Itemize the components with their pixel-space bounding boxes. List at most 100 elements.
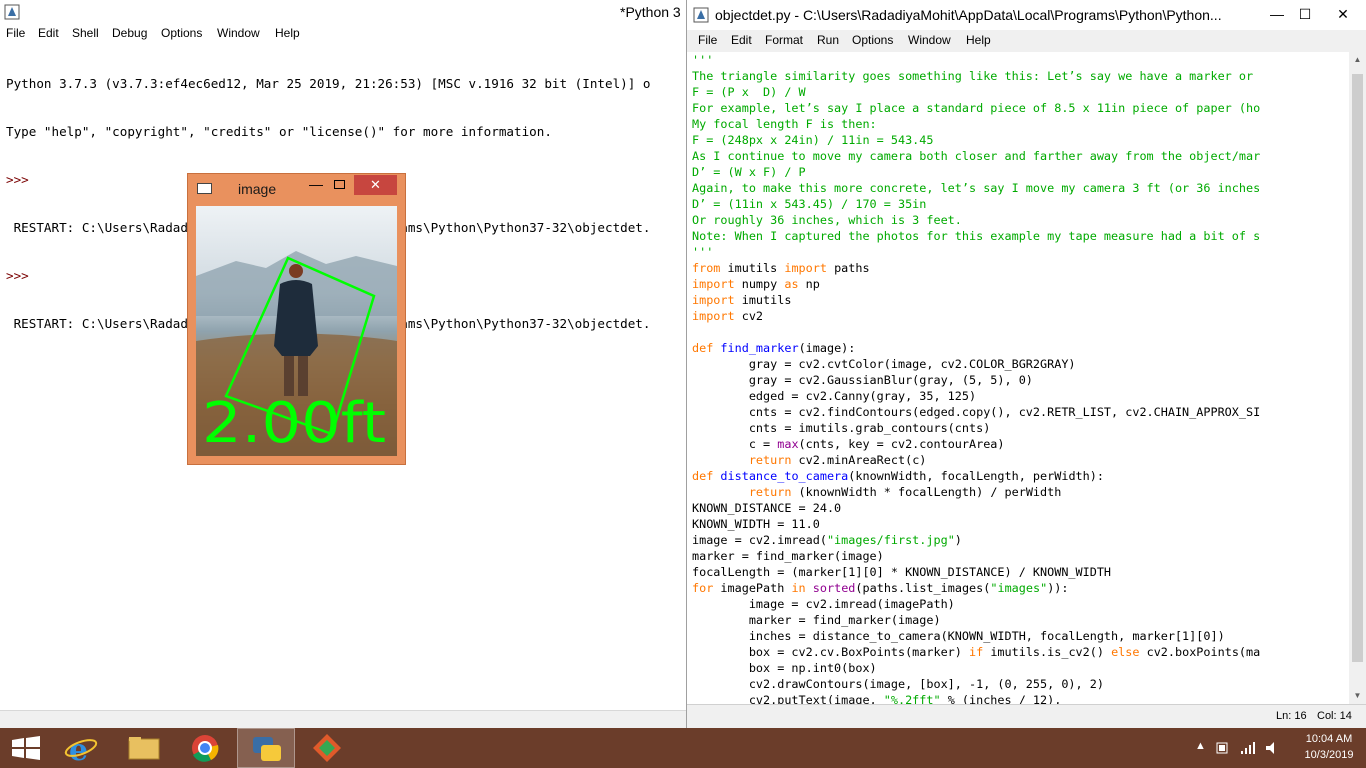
person-jacket [274,280,318,356]
code-line: marker = find_marker(image) [692,549,884,563]
image-window-title: image [238,181,277,197]
shell-menu-window[interactable]: Window [217,26,260,40]
clock-time: 10:04 AM [1305,733,1353,745]
minimize-button[interactable]: — [1263,0,1291,30]
idle-icon [693,7,709,23]
taskbar-git-gui[interactable] [298,728,356,768]
code-line: KNOWN_DISTANCE = 24.0 [692,501,842,515]
code-line: ''' [692,245,714,259]
chrome-icon [192,735,219,762]
volume-icon[interactable] [1264,740,1280,756]
code-line: As I continue to move my camera both clo… [692,149,1261,163]
taskbar-chrome[interactable] [176,728,234,768]
editor-statusbar: Ln: 16 Col: 14 [687,704,1366,728]
shell-menubar: File Edit Shell Debug Options Window Hel… [0,24,686,44]
person-leg [284,356,294,396]
opencv-image-window[interactable]: image — ✕ 2.00ft [187,173,406,465]
distance-label: 2.00ft [202,391,386,456]
code-line: Or roughly 36 inches, which is 3 feet. [692,213,962,227]
editor-menu-format[interactable]: Format [765,33,803,47]
code-line: return (knownWidth * focalLength) / perW… [748,485,1062,499]
minimize-icon[interactable]: — [309,176,323,192]
clock-date: 10/3/2019 [1304,749,1354,761]
taskbar: e ▲ 10:04 AM 10/3/2019 [0,728,1366,768]
code-line: gray = cv2.cvtColor(image, cv2.COLOR_BGR… [692,357,1076,371]
network-icon[interactable] [1240,740,1256,756]
code-line: inches = distance_to_camera(KNOWN_WIDTH,… [692,629,1225,643]
code-editor[interactable]: ''' The triangle similarity goes somethin… [692,52,1344,704]
shell-menu-debug[interactable]: Debug [112,26,147,40]
start-button[interactable] [0,728,58,768]
code-line: cnts = imutils.grab_contours(cnts) [692,421,991,435]
maximize-icon[interactable] [334,180,345,189]
shell-menu-file[interactable]: File [6,26,25,40]
code-line: ''' [692,53,714,67]
code-line: KNOWN_WIDTH = 11.0 [692,517,820,531]
code-line: edged = cv2.Canny(gray, 35, 125) [692,389,977,403]
editor-title: objectdet.py - C:\Users\RadadiyaMohit\Ap… [715,7,1222,23]
cursor-line: Ln: 16 [1276,710,1307,722]
editor-menubar: File Edit Format Run Options Window Help [687,30,1366,52]
code-line: return cv2.minAreaRect(c) [748,453,927,467]
battery-icon[interactable] [1215,740,1231,756]
editor-titlebar[interactable]: objectdet.py - C:\Users\RadadiyaMohit\Ap… [687,0,1366,30]
taskbar-python-idle[interactable] [237,728,295,768]
vertical-scrollbar[interactable]: ▲ ▼ [1349,52,1366,704]
scroll-up-icon[interactable]: ▲ [1349,52,1366,68]
shell-menu-options[interactable]: Options [161,26,202,40]
code-line: for imagePath in sorted(paths.list_image… [692,581,1069,595]
shell-line: Type "help", "copyright", "credits" or "… [6,124,552,139]
code-line: cv2.drawContours(image, [box], -1, (0, 2… [692,677,1104,691]
code-line: My focal length F is then: [692,117,877,131]
code-line: F = (P x D) / W [692,85,806,99]
python-icon [253,737,281,761]
shell-titlebar[interactable]: *Python 3 [0,0,686,24]
code-line: F = (248px x 24in) / 11in = 543.45 [692,133,934,147]
idle-icon [4,4,20,20]
editor-menu-window[interactable]: Window [908,33,951,47]
code-line: def distance_to_camera(knownWidth, focal… [692,469,1104,483]
editor-menu-edit[interactable]: Edit [731,33,752,47]
code-line: c = max(cnts, key = cv2.contourArea) [692,437,1005,451]
scrollbar-thumb[interactable] [1352,74,1363,662]
folder-icon [128,737,160,760]
shell-title: *Python 3 [620,4,681,20]
editor-window: objectdet.py - C:\Users\RadadiyaMohit\Ap… [686,0,1366,728]
person-leg [298,356,308,396]
code-line: D’ = (W x F) / P [692,165,806,179]
code-line: from imutils import paths [692,261,870,275]
photo: 2.00ft [196,206,397,456]
system-clock[interactable]: 10:04 AM 10/3/2019 [1296,731,1362,763]
shell-statusbar [0,710,686,728]
editor-menu-file[interactable]: File [698,33,717,47]
internet-explorer-icon: e [64,733,98,768]
code-line: marker = find_marker(image) [692,613,941,627]
editor-menu-run[interactable]: Run [817,33,839,47]
shell-menu-shell[interactable]: Shell [72,26,99,40]
taskbar-file-explorer[interactable] [115,728,173,768]
maximize-button[interactable]: ☐ [1291,0,1319,30]
close-button[interactable]: ✕ [1321,0,1365,30]
person-head [289,264,303,278]
show-hidden-icons[interactable]: ▲ [1195,740,1206,752]
shell-menu-help[interactable]: Help [275,26,300,40]
code-line: import imutils [692,293,792,307]
code-line: For example, let’s say I place a standar… [692,101,1261,115]
windows-logo-icon [12,736,40,760]
image-canvas: 2.00ft [196,206,397,456]
shell-menu-edit[interactable]: Edit [38,26,59,40]
code-line: Again, to make this more concrete, let’s… [692,181,1261,195]
editor-menu-help[interactable]: Help [966,33,991,47]
code-line: cnts = cv2.findContours(edged.copy(), cv… [692,405,1261,419]
cursor-col: Col: 14 [1317,710,1352,722]
shell-line: Python 3.7.3 (v3.7.3:ef4ec6ed12, Mar 25 … [6,76,651,91]
close-button[interactable]: ✕ [354,175,397,195]
code-line: image = cv2.imread("images/first.jpg") [692,533,962,547]
code-line: box = cv2.cv.BoxPoints(marker) if imutil… [692,645,1261,659]
code-line: D’ = (11in x 543.45) / 170 = 35in [692,197,927,211]
taskbar-internet-explorer[interactable]: e [55,728,113,768]
code-line: The triangle similarity goes something l… [692,69,1254,83]
scroll-down-icon[interactable]: ▼ [1349,688,1366,704]
code-line: import cv2 [692,309,764,323]
editor-menu-options[interactable]: Options [852,33,893,47]
